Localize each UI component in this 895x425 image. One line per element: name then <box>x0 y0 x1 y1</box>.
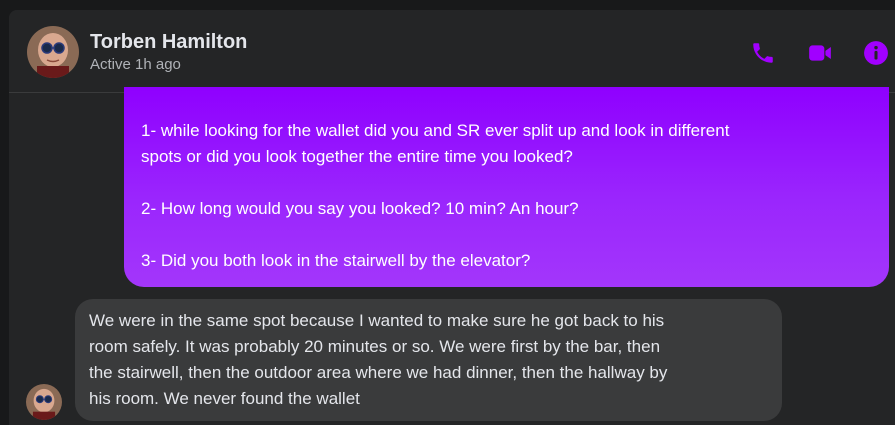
message-line: his room. We never found the wallet <box>89 389 360 408</box>
message-line: room safely. It was probably 20 minutes … <box>89 337 661 356</box>
message-line: 2- How long would you say you looked? 10… <box>141 199 579 218</box>
message-line: spots or did you look together the entir… <box>141 147 573 166</box>
chat-header: Torben Hamilton Active 1h ago <box>9 10 895 93</box>
outgoing-message-bubble[interactable]: 1- while looking for the wallet did you … <box>124 87 889 287</box>
incoming-message-bubble[interactable]: We were in the same spot because I wante… <box>75 299 782 421</box>
info-icon[interactable] <box>863 40 889 66</box>
phone-icon[interactable] <box>750 40 776 66</box>
video-camera-icon[interactable] <box>807 40 833 66</box>
contact-avatar[interactable] <box>27 26 79 78</box>
message-list[interactable]: 1- while looking for the wallet did you … <box>9 87 895 425</box>
chat-window: Torben Hamilton Active 1h ago 1- while l… <box>9 10 895 425</box>
active-status: Active 1h ago <box>90 56 181 73</box>
message-line: 1- while looking for the wallet did you … <box>141 121 730 140</box>
message-line: We were in the same spot because I wante… <box>89 311 665 330</box>
message-line: the stairwell, then the outdoor area whe… <box>89 363 668 382</box>
message-line: 3- Did you both look in the stairwell by… <box>141 251 531 270</box>
contact-name[interactable]: Torben Hamilton <box>90 31 247 54</box>
sender-avatar[interactable] <box>26 384 62 420</box>
